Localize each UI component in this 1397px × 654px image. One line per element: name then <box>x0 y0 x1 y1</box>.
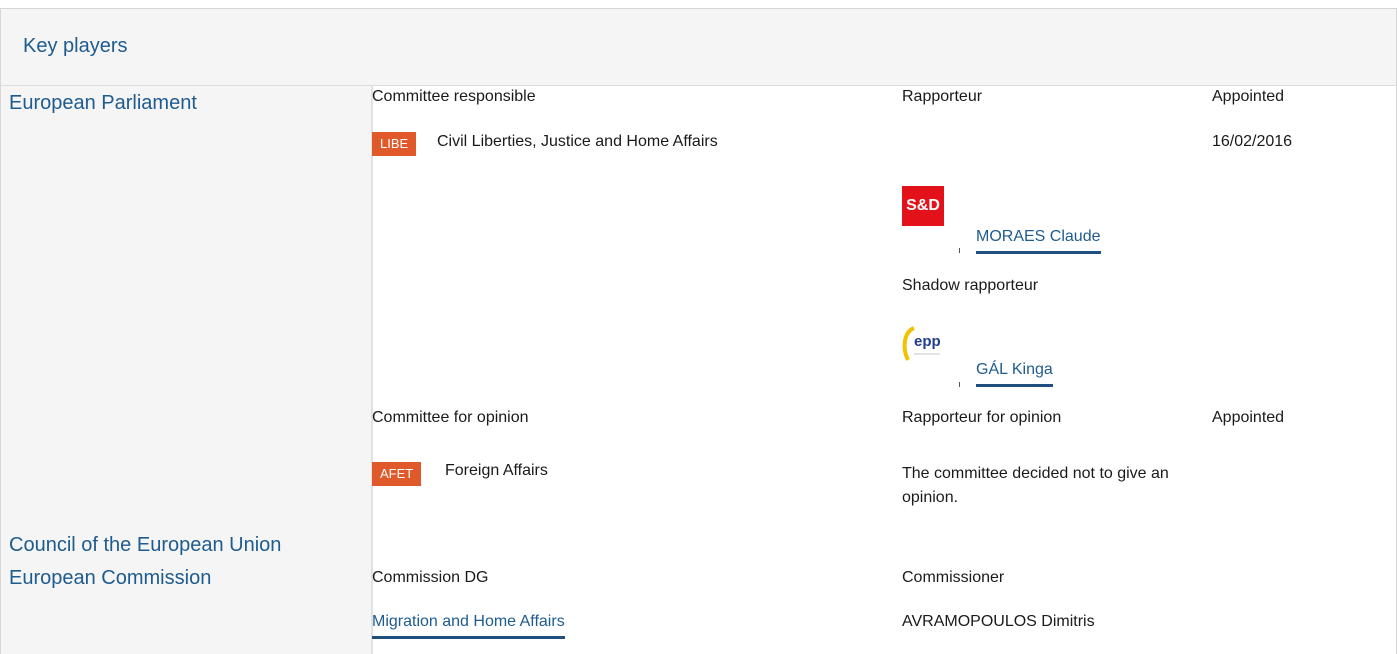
col-commissioner: Commissioner <box>902 569 1005 586</box>
logo-tick <box>959 382 960 387</box>
rapporteur-link[interactable]: MORAES Claude <box>976 228 1101 254</box>
commissioner-name: AVRAMOPOULOS Dimitris <box>902 613 1095 630</box>
col-committee-opinion: Committee for opinion <box>372 409 529 426</box>
col-commission-dg: Commission DG <box>372 569 489 586</box>
shadow-rapporteur-link[interactable]: GÁL Kinga <box>976 361 1053 387</box>
sd-group-logo-icon: S&D <box>902 186 944 226</box>
epp-group-logo-icon: epp <box>900 324 944 368</box>
committee-badge-afet[interactable]: AFET <box>372 462 422 486</box>
committee-badge-libe[interactable]: LIBE <box>372 132 417 156</box>
institutions-column: European Parliament Council of the Europ… <box>1 86 373 654</box>
epp-logo-text: epp <box>914 333 941 350</box>
col-appointed: Appointed <box>1212 88 1285 105</box>
key-players-panel: Key players European Parliament Council … <box>0 8 1397 654</box>
panel-header: Key players <box>1 9 1396 86</box>
shadow-rapporteur-label: Shadow rapporteur <box>902 277 1039 294</box>
institution-council: Council of the European Union <box>9 534 282 556</box>
committee-name-libe: Civil Liberties, Justice and Home Affair… <box>437 133 718 150</box>
committee-name-afet: Foreign Affairs <box>445 462 548 479</box>
appointed-date: 16/02/2016 <box>1212 133 1293 150</box>
col-committee-responsible: Committee responsible <box>372 88 536 105</box>
col-rapporteur: Rapporteur <box>902 88 983 105</box>
institution-commission: European Commission <box>9 567 212 589</box>
opinion-note: The committee decided not to give an opi… <box>902 465 1169 506</box>
logo-tick <box>959 248 960 253</box>
institution-european-parliament: European Parliament <box>9 92 197 114</box>
sd-logo-text: S&D <box>906 197 940 214</box>
commission-dg-link[interactable]: Migration and Home Affairs <box>372 613 565 639</box>
col-rapporteur-opinion: Rapporteur for opinion <box>902 409 1062 426</box>
col-appointed-opinion: Appointed <box>1212 409 1285 426</box>
panel-title: Key players <box>23 35 128 57</box>
